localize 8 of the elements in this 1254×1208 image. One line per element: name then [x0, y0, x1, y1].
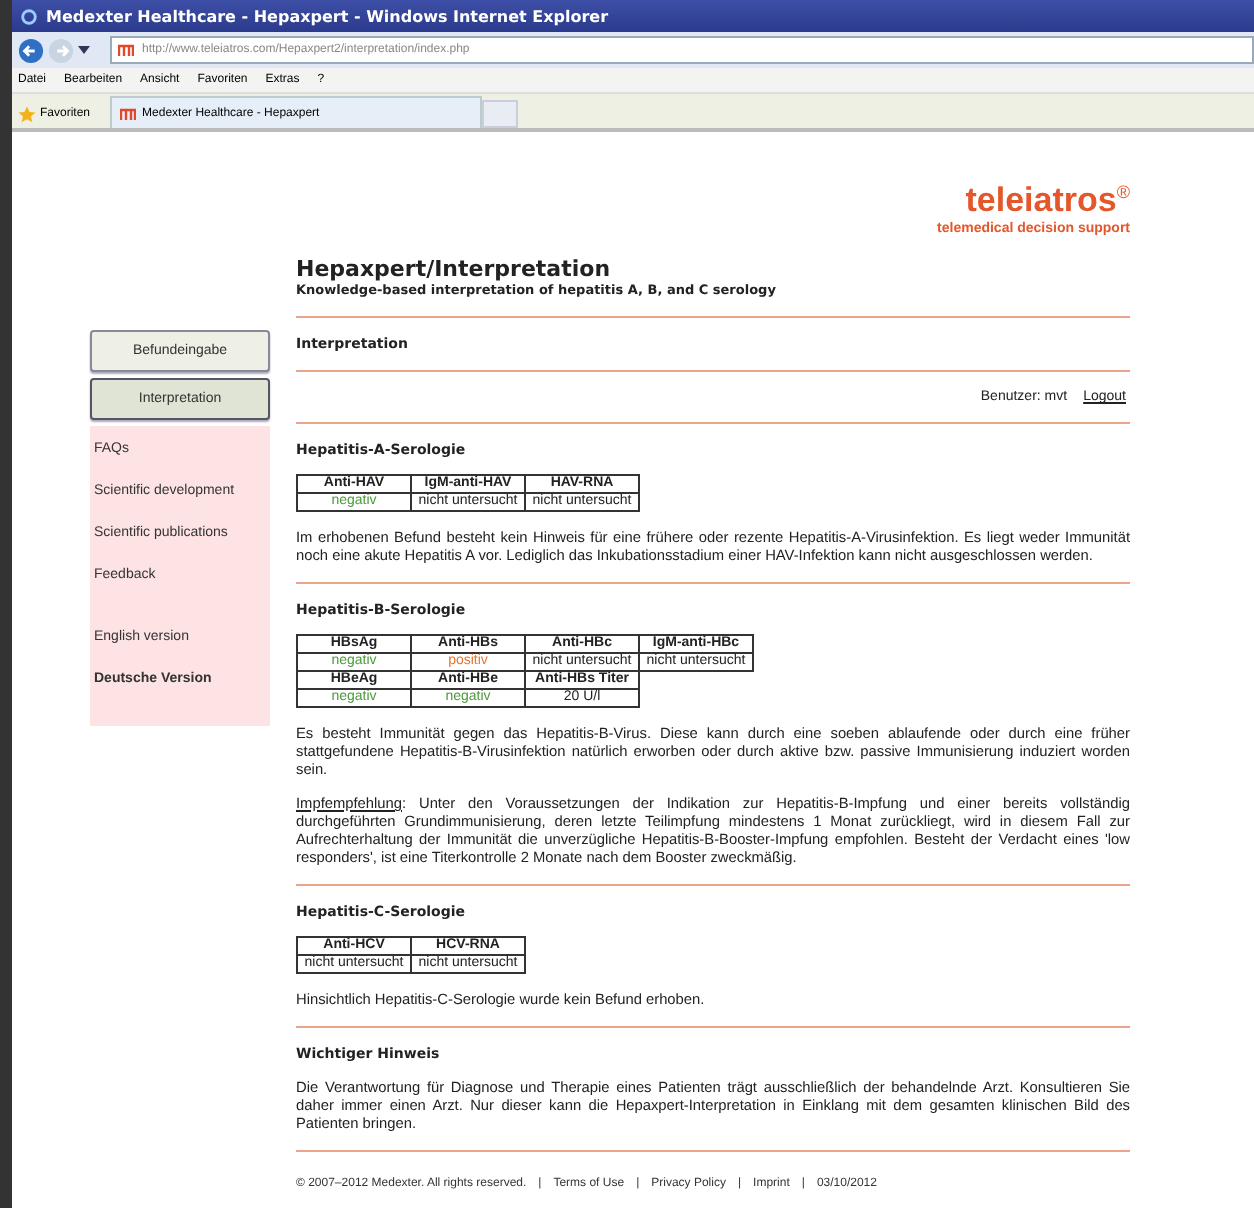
star-icon — [18, 105, 36, 123]
back-icon[interactable] — [18, 37, 44, 63]
logo: teleiatros$^{®}$ — [965, 179, 1130, 218]
window-title: Medexter Healthcare - Hepaxpert - Windows Internet Explorer — [46, 7, 609, 25]
site-icon — [120, 107, 137, 119]
page-heading: Hepaxpert/Interpretation — [296, 256, 613, 282]
site-icon — [118, 44, 134, 56]
dropdown-icon[interactable] — [78, 46, 90, 54]
